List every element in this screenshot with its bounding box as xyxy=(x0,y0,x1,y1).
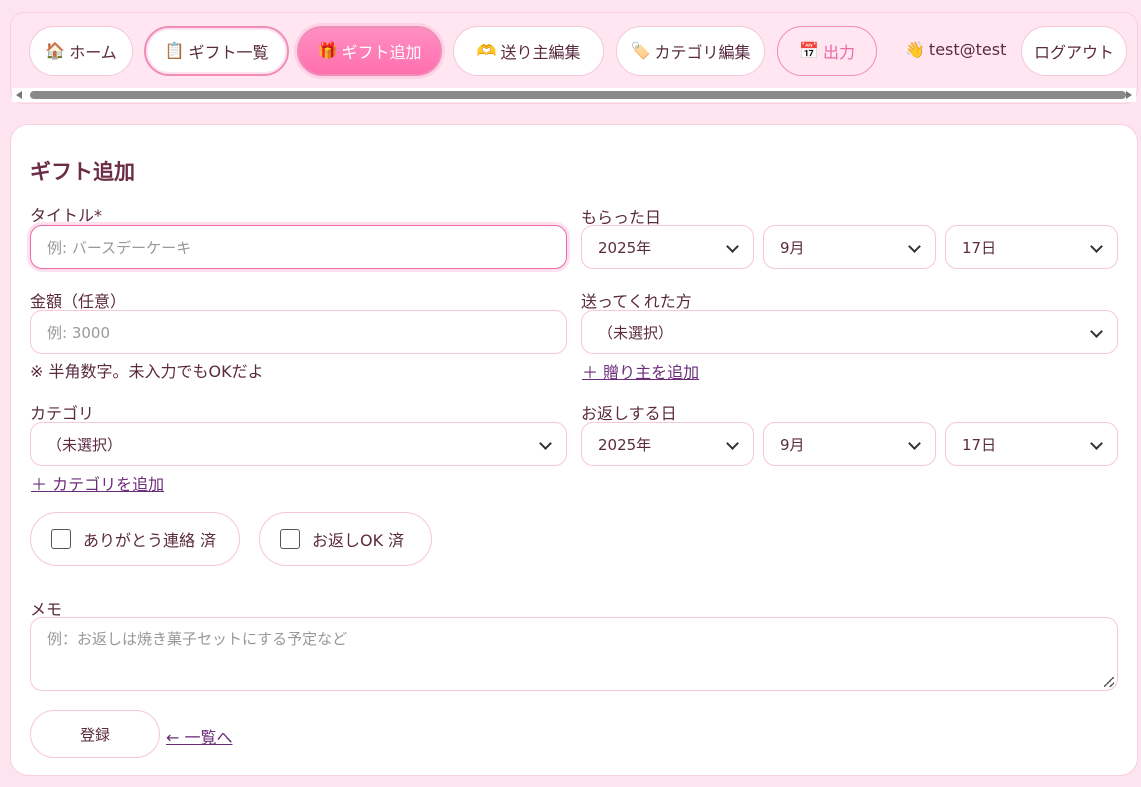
category-select[interactable]: （未選択） xyxy=(30,422,567,466)
add-category-link[interactable]: ＋ カテゴリを追加 xyxy=(31,471,164,495)
received-month-value: 9月 xyxy=(780,238,805,257)
nav-home-label: ホーム xyxy=(69,43,117,62)
amount-input[interactable]: 例: 3000 xyxy=(30,310,567,354)
add-sender-link[interactable]: ＋ 贈り主を追加 xyxy=(582,359,699,383)
received-day-value: 17日 xyxy=(962,238,997,257)
nav-senders-button[interactable]: 🫶 送り主編集 xyxy=(453,26,604,76)
page-title: ギフト追加 xyxy=(30,160,135,184)
amount-placeholder: 例: 3000 xyxy=(47,323,110,342)
nav-add-button[interactable]: 🎁 ギフト追加 xyxy=(297,26,442,76)
nav-home-button[interactable]: 🏠 ホーム xyxy=(29,26,133,76)
sender-select[interactable]: （未選択） xyxy=(581,310,1118,354)
sender-value: （未選択） xyxy=(598,323,674,342)
return-year-value: 2025年 xyxy=(598,435,652,454)
return-checkbox[interactable] xyxy=(280,529,300,549)
scroll-thumb[interactable] xyxy=(30,91,1126,99)
nav-export-label: 出力 xyxy=(822,43,855,62)
memo-textarea[interactable]: 例：お返しは焼き菓子セットにする予定など xyxy=(30,617,1118,691)
sender-label: 送ってくれた方 xyxy=(581,292,692,311)
scroll-right-arrow-icon[interactable] xyxy=(1126,91,1132,99)
submit-button[interactable]: 登録 xyxy=(30,710,160,758)
received-month-select[interactable]: 9月 xyxy=(763,225,936,269)
gift-icon: 🎁 xyxy=(317,41,338,60)
nav-categories-label: カテゴリ編集 xyxy=(654,43,751,62)
clipboard-icon: 📋 xyxy=(164,41,185,60)
waving-hand-icon: 👋 xyxy=(905,39,925,59)
received-year-select[interactable]: 2025年 xyxy=(581,225,754,269)
nav-list-label: ギフト一覧 xyxy=(188,43,269,62)
user-email: test@test xyxy=(928,40,1007,59)
return-date-label: お返しする日 xyxy=(581,404,677,423)
user-label: 👋 test@test xyxy=(905,40,1006,59)
thanks-checkbox[interactable] xyxy=(51,529,71,549)
title-label: タイトル* xyxy=(30,206,103,225)
tag-icon: 🏷️ xyxy=(630,41,651,60)
calendar-icon: 📅 xyxy=(799,41,819,60)
thanks-check-label: ありがとう連絡 済 xyxy=(83,531,217,550)
nav-list-button[interactable]: 📋 ギフト一覧 xyxy=(144,26,289,76)
heart-hands-icon: 🫶 xyxy=(476,41,497,60)
return-month-select[interactable]: 9月 xyxy=(763,422,936,466)
nav-export-button[interactable]: 📅 出力 xyxy=(777,26,877,76)
title-placeholder: 例: バースデーケーキ xyxy=(47,238,192,257)
category-label: カテゴリ xyxy=(30,404,95,423)
return-check-pill[interactable]: お返しOK 済 xyxy=(259,512,432,566)
amount-label: 金額（任意） xyxy=(30,292,127,311)
logout-label: ログアウト xyxy=(1033,43,1114,62)
amount-hint: ※ 半角数字。未入力でもOKだよ xyxy=(30,362,264,381)
back-to-list-link[interactable]: ← 一覧へ xyxy=(166,724,233,748)
memo-placeholder: 例：お返しは焼き菓子セットにする予定など xyxy=(47,630,348,648)
received-day-select[interactable]: 17日 xyxy=(945,225,1118,269)
thanks-check-pill[interactable]: ありがとう連絡 済 xyxy=(30,512,240,566)
nav-senders-label: 送り主編集 xyxy=(500,43,581,62)
nav-scrollbar[interactable] xyxy=(12,88,1136,102)
title-input[interactable]: 例: バースデーケーキ xyxy=(30,225,567,269)
nav-add-label: ギフト追加 xyxy=(341,43,422,62)
category-value: （未選択） xyxy=(47,435,123,454)
return-day-value: 17日 xyxy=(962,435,997,454)
house-icon: 🏠 xyxy=(45,41,66,60)
return-month-value: 9月 xyxy=(780,435,805,454)
return-year-select[interactable]: 2025年 xyxy=(581,422,754,466)
scroll-left-arrow-icon[interactable] xyxy=(16,91,22,99)
logout-button[interactable]: ログアウト xyxy=(1021,26,1127,76)
return-check-label: お返しOK 済 xyxy=(312,531,405,550)
received-year-value: 2025年 xyxy=(598,238,652,257)
nav-categories-button[interactable]: 🏷️ カテゴリ編集 xyxy=(616,26,765,76)
resize-handle-icon[interactable] xyxy=(1104,677,1114,687)
return-day-select[interactable]: 17日 xyxy=(945,422,1118,466)
